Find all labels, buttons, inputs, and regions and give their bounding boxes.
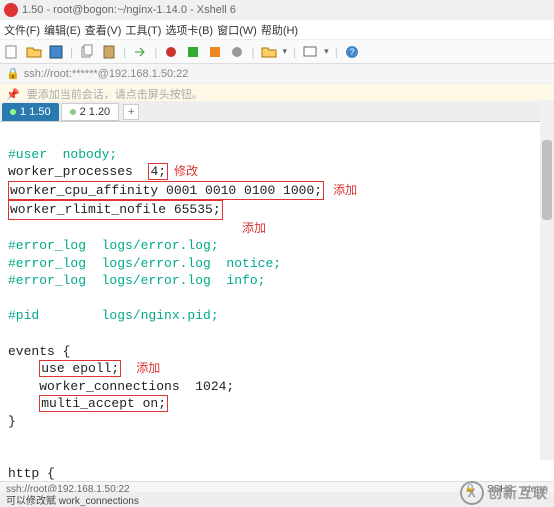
toolbar-arrow-icon[interactable] (132, 44, 148, 60)
highlight-box: worker_rlimit_nofile 65535; (8, 200, 223, 220)
toolbar-folder-icon[interactable] (261, 44, 277, 60)
lock-icon: 🔒 (6, 67, 20, 80)
menu-file[interactable]: 文件(F) (4, 22, 40, 38)
vertical-scrollbar[interactable] (540, 100, 554, 460)
code-line: #pid logs/nginx.pid; (8, 308, 219, 323)
annotation: 添加 (324, 183, 357, 197)
tab-session-1[interactable]: 1 1.50 (2, 103, 59, 121)
highlight-box: worker_cpu_affinity 0001 0010 0100 1000; (8, 181, 324, 201)
code-line: #error_log logs/error.log; (8, 238, 219, 253)
code-line: events { (8, 344, 70, 359)
toolbar-new-icon[interactable] (4, 44, 20, 60)
tab-session-2[interactable]: 2 1.20 (61, 103, 120, 121)
code-line: worker_connections 1024; (8, 379, 234, 394)
menu-view[interactable]: 查看(V) (85, 22, 122, 38)
watermark-logo-icon: X (460, 481, 484, 505)
tab-add-button[interactable]: + (123, 104, 139, 120)
watermark-text: 创新互联 (488, 483, 548, 503)
code-line: #error_log logs/error.log notice; (8, 256, 281, 271)
code-line: #user nobody; (8, 147, 117, 162)
toolbar-gray-icon[interactable] (229, 44, 245, 60)
window-title: 1.50 - root@bogon:~/nginx-1.14.0 - Xshel… (22, 4, 236, 16)
terminal-editor[interactable]: #user nobody; worker_processes 4; 修改 wor… (0, 122, 554, 482)
annotation: 添加 (121, 361, 160, 375)
pin-icon: 📌 (6, 89, 20, 101)
app-icon (4, 3, 18, 17)
address-bar: 🔒 ssh://root:******@192.168.1.50:22 (0, 64, 554, 84)
annotation: 添加 (242, 221, 266, 235)
toolbar-bug-icon[interactable] (163, 44, 179, 60)
window-titlebar: 1.50 - root@bogon:~/nginx-1.14.0 - Xshel… (0, 0, 554, 20)
menu-tools[interactable]: 工具(T) (125, 22, 161, 38)
menu-window[interactable]: 窗口(W) (217, 22, 257, 38)
toolbar-save-icon[interactable] (48, 44, 64, 60)
code-line: } (8, 414, 16, 429)
watermark: X 创新互联 (460, 481, 548, 505)
hint-text: 要添加当前会话，请点击屏头按钮。 (27, 89, 203, 101)
code-line: http { (8, 466, 55, 481)
highlight-box: multi_accept on; (39, 395, 168, 412)
toolbar-copy-icon[interactable] (79, 44, 95, 60)
address-text[interactable]: ssh://root:******@192.168.1.50:22 (24, 68, 189, 80)
highlight-box: 4; (148, 163, 168, 180)
code-line: #error_log logs/error.log info; (8, 273, 265, 288)
annotation: 修改 (168, 164, 198, 178)
toolbar-open-icon[interactable] (26, 44, 42, 60)
menu-edit[interactable]: 编辑(E) (44, 22, 81, 38)
scrollbar-thumb[interactable] (542, 140, 552, 220)
highlight-box: use epoll; (39, 360, 121, 377)
toolbar-orange-icon[interactable] (207, 44, 223, 60)
menu-tab[interactable]: 选项卡(B) (165, 22, 213, 38)
tab-bar: 1 1.50 2 1.20 + (0, 102, 554, 122)
hint-bar: 📌 要添加当前会话，请点击屏头按钮。 (0, 84, 554, 102)
toolbar-screen-icon[interactable] (302, 44, 318, 60)
toolbar-green-icon[interactable] (185, 44, 201, 60)
menu-bar: 文件(F) 编辑(E) 查看(V) 工具(T) 选项卡(B) 窗口(W) 帮助(… (0, 20, 554, 40)
code-line: worker_processes (8, 164, 148, 179)
toolbar: | | | | ▾ | ▾ | ? (0, 40, 554, 64)
toolbar-paste-icon[interactable] (101, 44, 117, 60)
svg-text:?: ? (349, 47, 354, 57)
toolbar-help-icon[interactable]: ? (344, 44, 360, 60)
menu-help[interactable]: 帮助(H) (261, 22, 298, 38)
